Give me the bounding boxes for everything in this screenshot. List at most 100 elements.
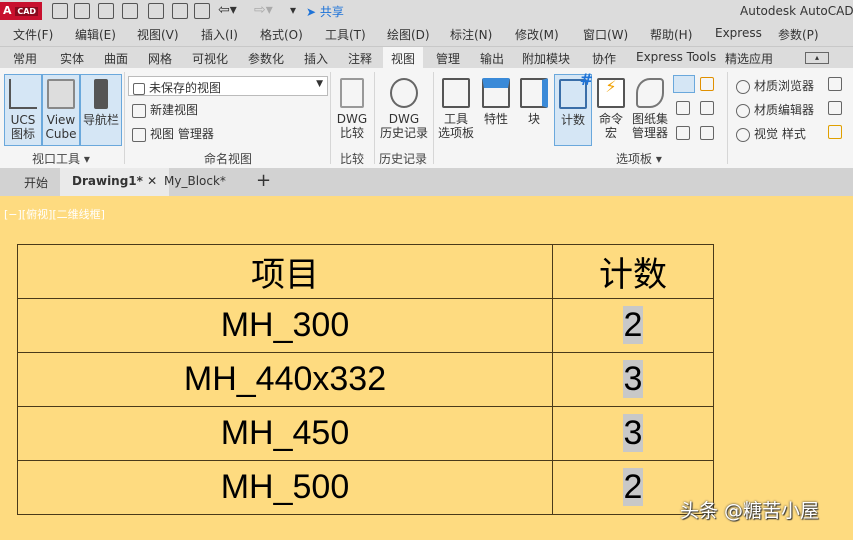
render-icon[interactable] <box>828 101 842 115</box>
tab-featured-apps[interactable]: 精选应用 <box>725 50 773 67</box>
label: 新建视图 <box>150 103 199 117</box>
menu-edit[interactable]: 编辑(E) <box>75 26 116 43</box>
view-manager-button[interactable]: 视图 管理器 <box>132 125 214 142</box>
label: UCS <box>10 113 36 127</box>
menu-express[interactable]: Express <box>715 26 762 40</box>
tab-express-tools[interactable]: Express Tools <box>636 50 716 64</box>
ribbon-minimize-icon[interactable]: ▴ <box>805 52 829 64</box>
dwg-compare-button[interactable]: DWG 比较 <box>334 74 370 146</box>
menu-format[interactable]: 格式(O) <box>260 26 303 43</box>
visual-styles-button[interactable]: 视觉 样式 <box>736 125 806 142</box>
open-web-icon[interactable] <box>148 3 164 19</box>
tab-addins[interactable]: 附加模块 <box>522 50 570 67</box>
save-as-icon[interactable] <box>122 3 138 19</box>
menu-modify[interactable]: 修改(M) <box>515 26 559 43</box>
tab-my-block[interactable]: My_Block* <box>164 174 226 188</box>
command-line-icon[interactable] <box>673 75 695 93</box>
drawing-canvas[interactable]: [−][俯视][二维线框] 项目 计数 MH_300 2 MH_440x332 3 … <box>0 196 853 540</box>
header-count: 计数 <box>552 244 714 299</box>
properties-button[interactable]: 特性 <box>478 74 514 146</box>
menu-view[interactable]: 视图(V) <box>137 26 179 43</box>
undo-icon[interactable]: ⇦▾ <box>218 2 237 18</box>
tab-annotate[interactable]: 注释 <box>348 50 372 67</box>
label: 材质编辑器 <box>754 103 815 117</box>
tab-home[interactable]: 常用 <box>13 50 37 67</box>
tab-drawing1[interactable]: Drawing1* ✕ <box>60 168 170 196</box>
count-cell: 2 <box>552 298 714 353</box>
viewcube-button[interactable]: View Cube <box>42 74 80 146</box>
layer-properties-icon[interactable] <box>676 101 690 115</box>
materials-editor-button[interactable]: 材质编辑器 <box>736 101 814 118</box>
clipboard-icon[interactable] <box>700 126 714 140</box>
menu-parameters[interactable]: 参数(P) <box>778 26 819 43</box>
tab-insert[interactable]: 插入 <box>304 50 328 67</box>
compare-icon <box>340 78 364 108</box>
dwg-history-button[interactable]: DWG 历史记录 <box>377 74 431 146</box>
tab-collaborate[interactable]: 协作 <box>592 50 616 67</box>
panel-title-viewport-tools[interactable]: 视口工具 ▾ <box>32 150 90 167</box>
tab-solid[interactable]: 实体 <box>60 50 84 67</box>
navbar-button[interactable]: 导航栏 <box>80 74 122 146</box>
tab-mesh[interactable]: 网格 <box>148 50 172 67</box>
action-macros-button[interactable]: ⚡ 命令宏 <box>594 74 628 146</box>
materials-browser-button[interactable]: 材质浏览器 <box>736 77 814 94</box>
tab-manage[interactable]: 管理 <box>436 50 460 67</box>
count-value: 2 <box>622 468 644 506</box>
save-icon[interactable] <box>98 3 114 19</box>
markup-icon[interactable] <box>700 77 714 91</box>
ribbon-panel: UCS 图标 View Cube 导航栏 视口工具 ▾ 未保存的视图 ▼ 新建视图 视… <box>0 68 853 168</box>
title-bar: A CAD ⇦▾ ⇨▾ ▾ ➤ 共享 Autodesk AutoCAD 20 <box>0 0 853 22</box>
lights-icon[interactable] <box>828 77 842 91</box>
quickcalc-icon[interactable] <box>700 101 714 115</box>
table-row: MH_300 2 <box>17 298 714 353</box>
customize-icon[interactable]: ▾ <box>290 3 296 17</box>
logo-letter: A <box>3 4 12 17</box>
menu-dimension[interactable]: 标注(N) <box>450 26 492 43</box>
design-center-icon[interactable] <box>676 126 690 140</box>
app-logo[interactable]: A CAD <box>0 2 42 20</box>
count-button[interactable]: # 计数 <box>554 72 593 146</box>
menu-file[interactable]: 文件(F) <box>13 26 53 43</box>
new-view-button[interactable]: 新建视图 <box>132 101 198 118</box>
label: 计数 <box>560 113 585 127</box>
open-icon[interactable] <box>74 3 90 19</box>
divider <box>433 72 434 164</box>
item-cell: MH_450 <box>17 406 553 461</box>
tab-visualize[interactable]: 可视化 <box>192 50 228 67</box>
redo-icon[interactable]: ⇨▾ <box>254 2 273 18</box>
ucs-icon-button[interactable]: UCS 图标 <box>4 74 42 146</box>
tab-output[interactable]: 输出 <box>480 50 504 67</box>
menu-help[interactable]: 帮助(H) <box>650 26 692 43</box>
tab-parametric[interactable]: 参数化 <box>248 50 284 67</box>
share-button[interactable]: ➤ 共享 <box>306 3 344 20</box>
new-icon[interactable] <box>52 3 68 19</box>
tab-view[interactable]: 视图 <box>383 47 424 69</box>
tool-palettes-button[interactable]: 工具 选项板 <box>436 74 476 146</box>
viewport-controls[interactable]: [−][俯视][二维线框] <box>4 206 105 222</box>
add-tab-button[interactable]: + <box>256 170 271 191</box>
print-icon[interactable] <box>194 3 210 19</box>
tab-start[interactable]: 开始 <box>24 174 48 191</box>
named-view-combo[interactable]: 未保存的视图 ▼ <box>128 76 328 96</box>
ucs-axes-icon <box>9 79 37 109</box>
menu-insert[interactable]: 插入(I) <box>201 26 238 43</box>
block-button[interactable]: 块 <box>516 74 552 146</box>
close-icon[interactable]: ✕ <box>147 174 157 188</box>
count-cell: 3 <box>552 406 714 461</box>
label: 比较 <box>339 126 364 140</box>
tab-surface[interactable]: 曲面 <box>104 50 128 67</box>
menu-window[interactable]: 窗口(W) <box>583 26 628 43</box>
menu-tools[interactable]: 工具(T) <box>325 26 366 43</box>
menu-draw[interactable]: 绘图(D) <box>387 26 430 43</box>
header-item: 项目 <box>17 244 553 299</box>
label: 材质浏览器 <box>754 79 815 93</box>
panel-title-palettes[interactable]: 选项板 ▾ <box>616 150 662 167</box>
save-web-icon[interactable] <box>172 3 188 19</box>
item-cell: MH_300 <box>17 298 553 353</box>
label: 特性 <box>483 112 508 126</box>
block-icon <box>520 78 548 108</box>
sheet-set-manager-button[interactable]: 图纸集 管理器 <box>630 74 670 146</box>
count-cell: 3 <box>552 352 714 407</box>
divider <box>124 72 125 164</box>
sun-properties-icon[interactable] <box>828 125 842 139</box>
